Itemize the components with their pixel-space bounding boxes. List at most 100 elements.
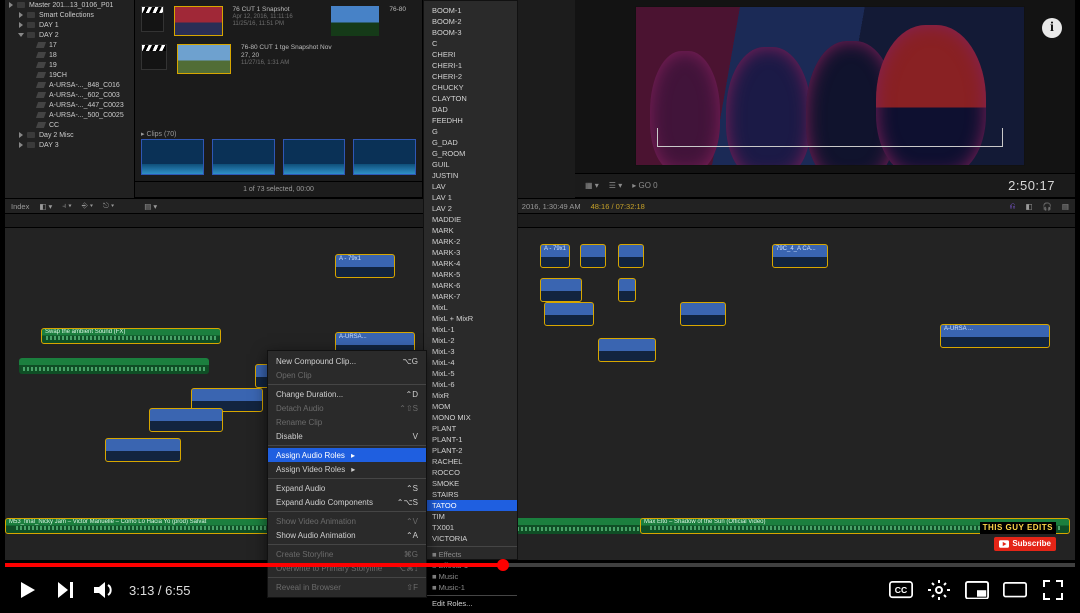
filmstrip-row[interactable]	[141, 139, 416, 175]
clip-thumb-right[interactable]	[331, 6, 379, 36]
video-clip[interactable]	[618, 278, 636, 302]
video-clip[interactable]	[680, 302, 726, 326]
menu-item[interactable]: Expand Audio Components⌃⌥S	[268, 495, 426, 509]
sidebar-item[interactable]: A-URSA-..._602_C003	[5, 90, 134, 100]
sidebar-item[interactable]: 19CH	[5, 70, 134, 80]
theater-icon[interactable]	[1003, 578, 1027, 602]
menu-item[interactable]: Change Duration...⌃D	[268, 387, 426, 401]
video-clip[interactable]	[105, 438, 181, 462]
sidebar-item[interactable]: Master 201...13_0106_P01	[5, 0, 134, 10]
role-item[interactable]: PLANT-2	[424, 445, 517, 456]
video-clip[interactable]: A - 79x1	[540, 244, 570, 268]
audio-clip[interactable]	[19, 358, 209, 374]
timeline-right[interactable]: A - 79x179C_4_A CA...A-URSA ...Max Elto …	[510, 214, 1075, 560]
fit-select[interactable]: ▦ ▾	[585, 181, 599, 190]
video-clip[interactable]: A - 79x1	[335, 254, 395, 278]
sidebar-item[interactable]: 18	[5, 50, 134, 60]
clip-thumb[interactable]	[177, 44, 231, 74]
role-item[interactable]: CHERI-1	[424, 60, 517, 71]
role-item[interactable]: JUSTIN	[424, 170, 517, 181]
role-item[interactable]: MARK-6	[424, 280, 517, 291]
video-clip[interactable]: A-URSA ...	[940, 324, 1050, 348]
role-item[interactable]: STAIRS	[424, 489, 517, 500]
next-icon[interactable]	[53, 578, 77, 602]
timeline-ruler[interactable]	[510, 214, 1075, 228]
index-button[interactable]: Index	[11, 202, 29, 211]
role-item[interactable]: FEEDHH	[424, 115, 517, 126]
cc-icon[interactable]: CC	[889, 578, 913, 602]
role-item[interactable]: MARK-4	[424, 258, 517, 269]
role-item[interactable]: G_DAD	[424, 137, 517, 148]
role-item[interactable]: MixL + MixR	[424, 313, 517, 324]
video-clip[interactable]	[580, 244, 606, 268]
role-item[interactable]: BOOM-1	[424, 5, 517, 16]
role-item[interactable]: PLANT-1	[424, 434, 517, 445]
role-item[interactable]: MARK-5	[424, 269, 517, 280]
video-clip[interactable]	[540, 278, 582, 302]
menu-item[interactable]: DisableV	[268, 429, 426, 443]
role-item[interactable]: MONO MIX	[424, 412, 517, 423]
menu-item[interactable]: Show Audio Animation⌃A	[268, 528, 426, 542]
menu-item[interactable]: Assign Audio Roles	[268, 448, 426, 462]
sidebar-item[interactable]: 17	[5, 40, 134, 50]
video-clip[interactable]	[598, 338, 656, 362]
sidebar-item[interactable]: 19	[5, 60, 134, 70]
role-item[interactable]: MixR	[424, 390, 517, 401]
sidebar-item[interactable]: DAY 3	[5, 140, 134, 150]
role-item[interactable]: CHUCKY	[424, 82, 517, 93]
solo-icon[interactable]: 🎧	[1043, 202, 1052, 211]
role-item[interactable]: MixL-6	[424, 379, 517, 390]
role-item[interactable]: CHERI-2	[424, 71, 517, 82]
snap-icon[interactable]: ◧	[1025, 202, 1032, 211]
video-clip[interactable]	[149, 408, 223, 432]
role-item[interactable]: DAD	[424, 104, 517, 115]
role-item[interactable]: TATOO	[424, 500, 517, 511]
role-item[interactable]: MOM	[424, 401, 517, 412]
role-item[interactable]: MixL-2	[424, 335, 517, 346]
clip-context-menu[interactable]: New Compound Clip...⌥GOpen ClipChange Du…	[267, 350, 427, 598]
clips-header[interactable]: ▸ Clips (70)	[141, 130, 176, 138]
subscribe-button[interactable]: Subscribe	[994, 537, 1056, 551]
role-item[interactable]: MADDIE	[424, 214, 517, 225]
role-item[interactable]: TIM	[424, 511, 517, 522]
sidebar-item[interactable]: DAY 2	[5, 30, 134, 40]
role-item[interactable]: G_ROOM	[424, 148, 517, 159]
role-item[interactable]: RACHEL	[424, 456, 517, 467]
role-item[interactable]: MixL	[424, 302, 517, 313]
video-clip[interactable]	[544, 302, 594, 326]
role-item[interactable]: BOOM-2	[424, 16, 517, 27]
role-item[interactable]: MARK-3	[424, 247, 517, 258]
menu-item[interactable]: New Compound Clip...⌥G	[268, 354, 426, 368]
role-item[interactable]: PLANT	[424, 423, 517, 434]
role-item[interactable]: LAV 2	[424, 203, 517, 214]
role-item[interactable]: GUIL	[424, 159, 517, 170]
role-item[interactable]: VICTORIA	[424, 533, 517, 544]
sidebar-item[interactable]: A-URSA-..._500_C0025	[5, 110, 134, 120]
role-item[interactable]: MixL-4	[424, 357, 517, 368]
menu-item[interactable]: Expand Audio⌃S	[268, 481, 426, 495]
sidebar-item[interactable]: DAY 1	[5, 20, 134, 30]
library-sidebar[interactable]: Master 201...13_0106_P01Smart Collection…	[5, 0, 135, 198]
play-icon[interactable]	[15, 578, 39, 602]
role-item[interactable]: LAV 1	[424, 192, 517, 203]
volume-icon[interactable]	[91, 578, 115, 602]
video-clip[interactable]	[618, 244, 644, 268]
role-item[interactable]: CLAYTON	[424, 93, 517, 104]
role-item[interactable]: MARK-7	[424, 291, 517, 302]
audio-roles-submenu[interactable]: BOOM-1BOOM-2BOOM-3CCHERICHERI-1CHERI-2CH…	[423, 0, 518, 560]
viewer-canvas[interactable]	[635, 6, 1025, 166]
role-item[interactable]: MARK	[424, 225, 517, 236]
sidebar-item[interactable]: CC	[5, 120, 134, 130]
role-item[interactable]: MixL-1	[424, 324, 517, 335]
role-item[interactable]: TX001	[424, 522, 517, 533]
role-item[interactable]: G	[424, 126, 517, 137]
sidebar-item[interactable]: A-URSA-..._848_C016	[5, 80, 134, 90]
role-item[interactable]: MixL-3	[424, 346, 517, 357]
sidebar-item[interactable]: Smart Collections	[5, 10, 134, 20]
menu-item[interactable]: Assign Video Roles	[268, 462, 426, 476]
sidebar-item[interactable]: A-URSA-..._447_C0023	[5, 100, 134, 110]
role-item[interactable]: MARK-2	[424, 236, 517, 247]
skimmer-icon[interactable]: ⎌	[1009, 201, 1015, 211]
role-item[interactable]: SMOKE	[424, 478, 517, 489]
role-item[interactable]: BOOM-3	[424, 27, 517, 38]
